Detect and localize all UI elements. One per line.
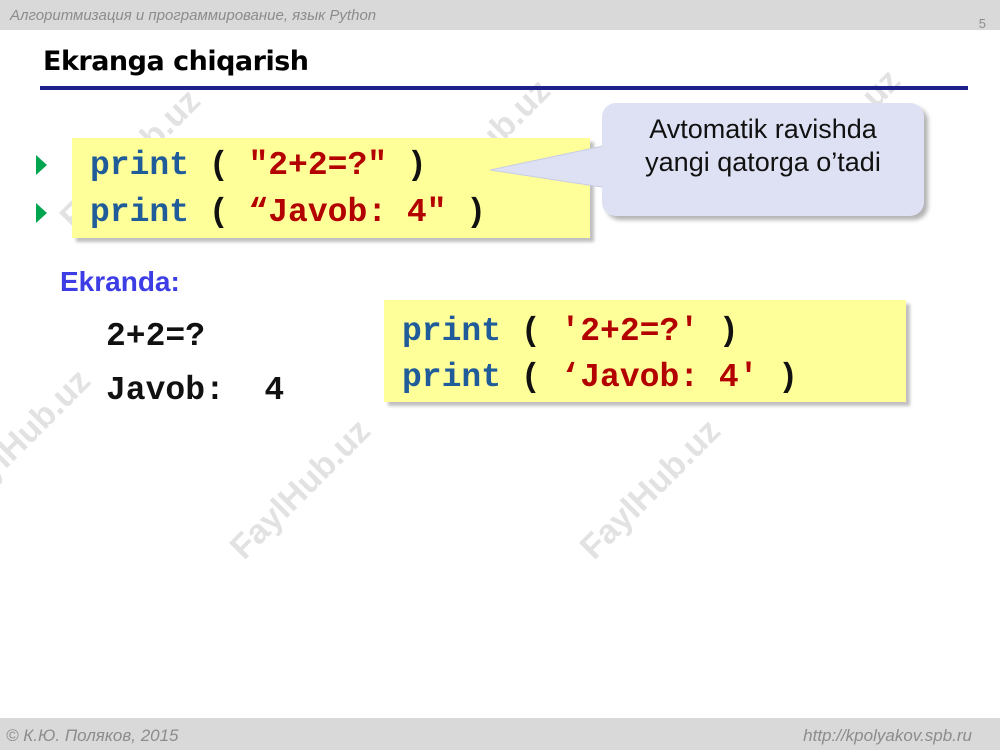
footer-url-link[interactable]: http://kpolyakov.spb.ru <box>803 726 972 746</box>
callout-line: yangi qatorga o’tadi <box>645 147 881 177</box>
code-paren: ( <box>520 313 561 350</box>
callout-line: Avtomatik ravishda <box>649 114 877 144</box>
code-line: print ( ‘Javob: 4' ) <box>402 358 798 398</box>
callout-text: Avtomatik ravishda yangi qatorga o’tadi <box>602 113 924 179</box>
code-paren: ) <box>758 359 799 396</box>
code-string: ‘Javob: 4' <box>560 359 759 396</box>
code-paren: ) <box>699 313 739 350</box>
code-line: print ( '2+2=?' ) <box>402 312 739 352</box>
screen-output-line: 2+2=? <box>106 318 206 355</box>
code-keyword: print <box>402 313 502 350</box>
screen-output-line: Javob: 4 <box>106 372 285 409</box>
code-string: '2+2=?' <box>560 313 700 350</box>
footer-author: © К.Ю. Поляков, 2015 <box>6 726 179 745</box>
code-paren: ( <box>520 359 561 396</box>
code-block-single-quotes: print ( '2+2=?' ) print ( ‘Javob: 4' ) <box>384 300 906 402</box>
footer-bar: © К.Ю. Поляков, 2015 http://kpolyakov.sp… <box>0 718 1000 750</box>
screen-output-label: Ekranda: <box>60 266 180 297</box>
callout-bubble: Avtomatik ravishda yangi qatorga o’tadi <box>602 103 924 216</box>
code-keyword: print <box>402 359 502 396</box>
